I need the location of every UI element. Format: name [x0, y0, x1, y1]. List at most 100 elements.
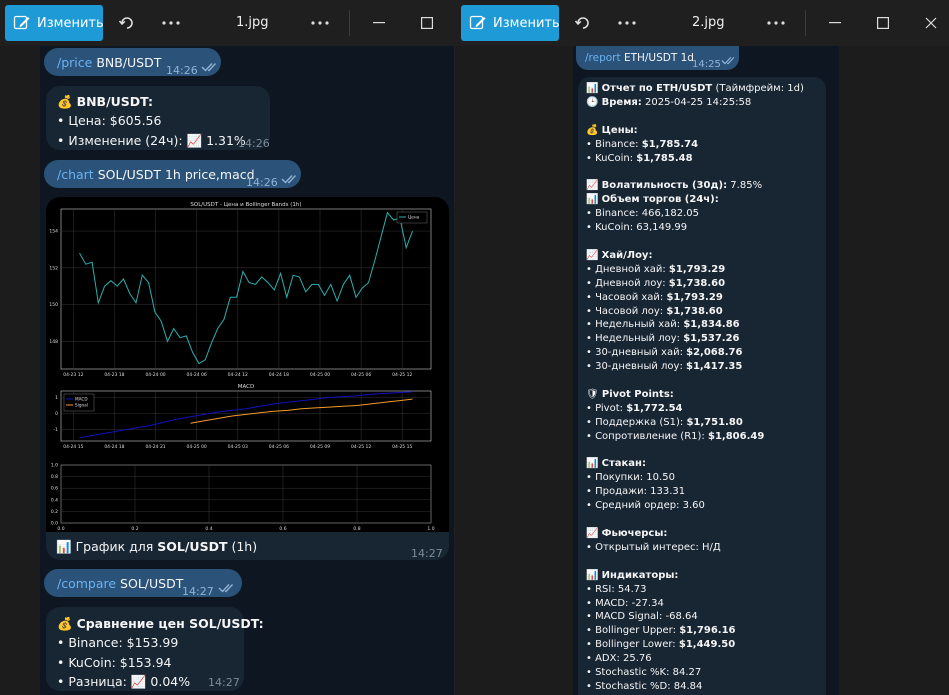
chart-title: SOL/USDT - Цена и Bollinger Bands (1h) [190, 202, 301, 208]
minimize-icon[interactable] [825, 13, 845, 33]
y-tick-label: 152 [49, 265, 58, 271]
window-title: 1.jpg [236, 15, 269, 30]
x-tick-label: 04-25 06 [351, 372, 371, 378]
command-link[interactable]: /price [57, 55, 92, 70]
empty-chart: 0.0 0.2 0.4 0.6 0.8 1.0 0.0 0.2 0.4 0.6 0.8 1.0 [51, 463, 435, 533]
x-tick-label: 04-25 00 [310, 372, 330, 378]
x-tick-label: 04-24 06 [187, 372, 207, 378]
section-heading: Объем торгов (24ч): [601, 194, 719, 206]
more-options-icon[interactable] [766, 13, 786, 33]
row-label: • Bollinger Lower: [586, 639, 676, 651]
message-text: BNB/USDT [96, 55, 162, 70]
bar-chart-icon: 📊 [586, 569, 599, 581]
diff-value: 0.04% [150, 674, 191, 690]
edit-button[interactable]: Изменить [5, 5, 104, 41]
row-value: $1,806.49 [707, 430, 765, 442]
row-label: • Binance: [586, 138, 639, 150]
row-value: $1,738.60 [666, 305, 723, 317]
moneybag-icon: 💰 [586, 124, 599, 136]
message-text: SOL/USDT [120, 576, 184, 591]
row-value: $1,785.48 [636, 152, 693, 164]
row-text: • KuCoin: 63,149.99 [586, 222, 688, 234]
message-text: SOL/USDT 1h price,macd [97, 167, 255, 182]
edit-button-label: Изменить [37, 15, 104, 31]
row-label: • KuCoin: [586, 152, 634, 164]
read-check-icon [201, 63, 217, 72]
row-label: • Часовой лоу: [586, 305, 664, 317]
row-value: $1,793.29 [668, 263, 726, 275]
x-tick-label: 04-24 18 [104, 444, 124, 450]
message-outgoing[interactable]: /price BNB/USDT 14:26 [44, 48, 221, 77]
command-link[interactable]: /chart [57, 167, 94, 182]
more-options-icon[interactable] [161, 13, 181, 33]
caption-pair: SOL/USDT [157, 539, 228, 554]
time-value: 2025-04-25 14:25:58 [644, 96, 752, 108]
window-title: 2.jpg [692, 15, 725, 30]
rotate-icon[interactable] [117, 13, 137, 33]
more-options-icon[interactable] [310, 13, 330, 33]
rotate-icon[interactable] [573, 13, 593, 33]
y-tick-label: 0.2 [51, 509, 58, 515]
image-viewer-window-1: Изменить 1.jpg /price BNB/USDT 14:26 💰 B… [0, 0, 454, 695]
x-tick-label: 0.6 [279, 526, 286, 532]
x-tick-label: 1.0 [427, 526, 434, 532]
chart-image[interactable]: SOL/USDT - Цена и Bollinger Bands (1h) 04… [46, 197, 449, 532]
x-tick-label: 04-24 18 [269, 372, 289, 378]
y-tick-label: 0.4 [51, 497, 58, 503]
bar-chart-icon: 📊 [586, 194, 599, 206]
moneybag-icon: 💰 [57, 94, 73, 109]
bar-chart-icon: 📊 [586, 83, 599, 94]
row-value: $1,537.26 [683, 333, 740, 345]
message-title: Сравнение цен SOL/USDT: [76, 616, 264, 631]
message-outgoing[interactable]: /report ETH/USDT 1d 14:25 [576, 46, 739, 70]
message-text: ETH/USDT 1d [623, 52, 694, 64]
caption-tail: (1h) [231, 539, 258, 554]
chart-up-icon: 📈 [586, 249, 599, 261]
y-tick-label: 1.0 [51, 463, 58, 469]
x-tick-label: 04-25 00 [187, 444, 207, 450]
chart-message[interactable]: SOL/USDT - Цена и Bollinger Bands (1h) 04… [46, 197, 449, 560]
moneybag-icon: 💰 [57, 616, 73, 631]
message-title: BNB/USDT: [76, 94, 154, 109]
edit-button-label: Изменить [493, 15, 560, 31]
command-link[interactable]: /compare [57, 576, 116, 591]
binance-line: • Binance: $153.99 [57, 635, 179, 651]
row-label: • 30-дневный хай: [586, 347, 683, 359]
chart-up-icon: 📈 [186, 132, 203, 148]
message-outgoing[interactable]: /chart SOL/USDT 1h price,macd 14:26 [44, 160, 301, 189]
chart-title: MACD [238, 384, 255, 390]
x-tick-label: 0.0 [57, 526, 64, 532]
more-options-icon[interactable] [617, 13, 637, 33]
message-outgoing[interactable]: /compare SOL/USDT 14:27 [44, 569, 242, 598]
price-line: • Цена: $605.56 [57, 113, 162, 129]
command-link[interactable]: /report [585, 52, 621, 64]
edit-button[interactable]: Изменить [461, 5, 560, 41]
caption-text: График для [75, 539, 154, 554]
y-tick-label: 0.0 [51, 521, 58, 527]
divider [349, 10, 350, 36]
x-tick-label: 04-24 21 [145, 444, 165, 450]
x-tick-label: 04-24 15 [63, 444, 83, 450]
close-icon[interactable] [921, 13, 941, 33]
x-tick-label: 04-25 12 [351, 444, 371, 450]
row-value: $2,068.76 [686, 347, 743, 359]
minimize-icon[interactable] [369, 13, 389, 33]
divider [805, 10, 806, 36]
row-text: • MACD: -27.34 [586, 597, 664, 609]
x-tick-label: 04-25 06 [269, 444, 289, 450]
x-tick-label: 0.2 [131, 526, 138, 532]
maximize-icon[interactable] [873, 13, 893, 33]
x-tick-label: 04-25 09 [310, 444, 330, 450]
read-check-icon [218, 584, 234, 593]
section-heading: Стакан: [601, 458, 646, 470]
maximize-icon[interactable] [417, 13, 437, 33]
section-heading: Индикаторы: [601, 569, 679, 581]
x-tick-label: 04-25 03 [228, 444, 248, 450]
x-tick-label: 0.8 [353, 526, 360, 532]
clock-icon: 🕒 [586, 96, 599, 108]
row-text: • Покупки: 10.50 [586, 472, 675, 484]
x-tick-label: 04-23 12 [63, 372, 83, 378]
row-label: • Часовой хай: [586, 291, 664, 303]
legend-label: Signal [75, 403, 88, 408]
row-text: • Открытый интерес: Н/Д [586, 541, 721, 553]
